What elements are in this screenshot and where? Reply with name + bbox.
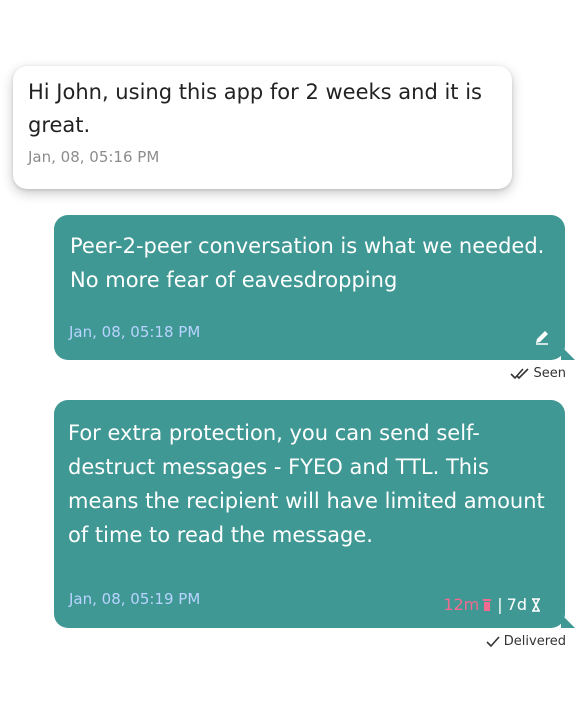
fyeo-timer: 12m: [443, 595, 480, 614]
self-destruct-info: 12m | 7d: [443, 595, 541, 614]
status-label: Delivered: [503, 634, 566, 649]
message-text: For extra protection, you can send self-…: [68, 421, 545, 547]
message-text: Hi John, using this app for 2 weeks and …: [28, 80, 482, 137]
double-check-icon: [509, 367, 529, 379]
message-timestamp: Jan, 08, 05:19 PM: [69, 590, 201, 608]
message-bubble-incoming[interactable]: Hi John, using this app for 2 weeks and …: [13, 66, 512, 189]
separator: |: [497, 595, 503, 614]
hourglass-icon: [532, 597, 540, 612]
ttl-timer: 7d: [506, 595, 527, 614]
bubble-tail: [561, 346, 575, 360]
bubble-tail: [561, 614, 575, 628]
message-status: Seen: [509, 366, 567, 381]
pencil-icon[interactable]: [533, 328, 551, 346]
trash-icon: [483, 598, 492, 611]
message-timestamp: Jan, 08, 05:16 PM: [28, 148, 160, 166]
message-text: Peer-2-peer conversation is what we need…: [70, 234, 545, 292]
check-icon: [486, 635, 500, 647]
message-bubble-outgoing[interactable]: For extra protection, you can send self-…: [54, 400, 575, 628]
status-label: Seen: [533, 366, 567, 381]
message-timestamp: Jan, 08, 05:18 PM: [69, 323, 201, 341]
message-bubble-outgoing[interactable]: Peer-2-peer conversation is what we need…: [54, 215, 575, 360]
message-status: Delivered: [486, 634, 566, 649]
